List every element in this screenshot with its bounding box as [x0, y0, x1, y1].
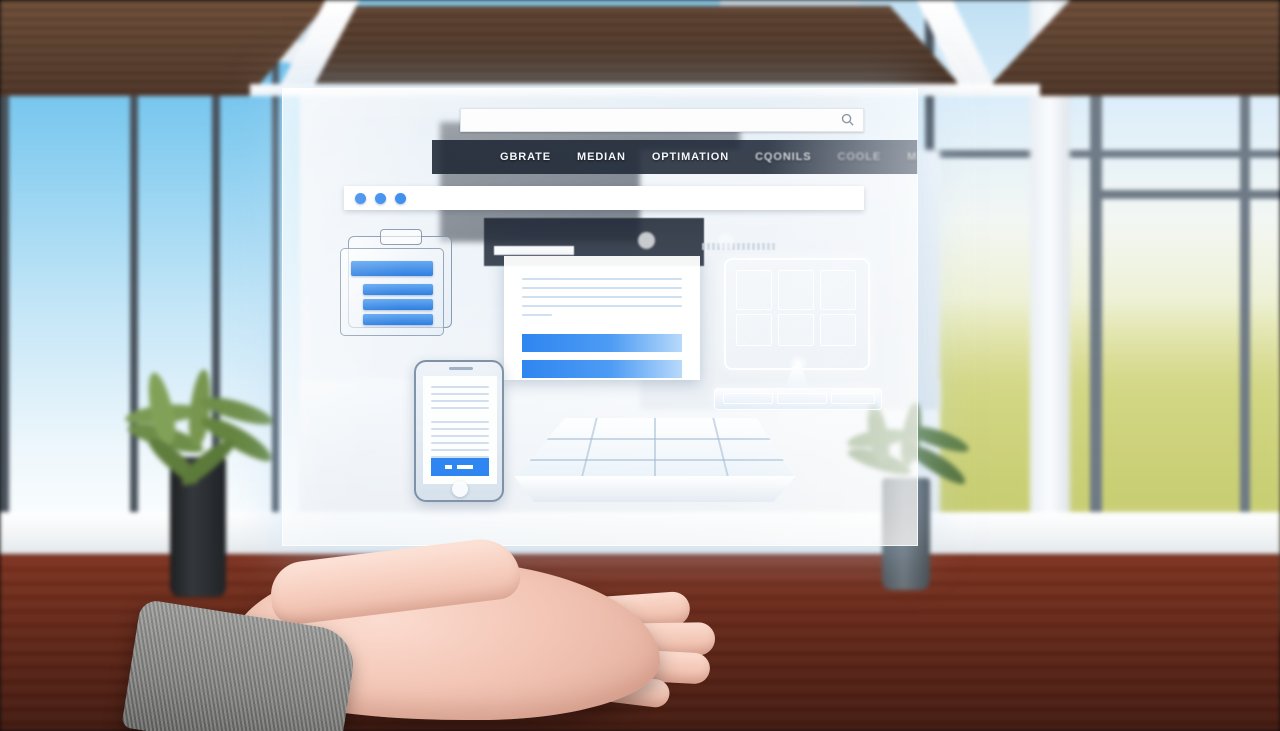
nav-item-4[interactable]: CQONILS	[755, 151, 811, 163]
desktop-monitor-mockup[interactable]	[724, 258, 870, 396]
nav-item-6[interactable]: MIIK	[907, 151, 918, 163]
card-primary-button-1[interactable]	[522, 334, 682, 352]
open-palm	[121, 520, 770, 731]
clipboard-clip	[380, 229, 422, 245]
phone-text-line	[431, 449, 489, 451]
screenshot-canvas: GBRATE MEDIAN OPTIMATION CQONILS COOLE M…	[0, 0, 1280, 731]
clipboard-icon[interactable]	[340, 229, 458, 336]
monitor-grid-cell[interactable]	[820, 314, 856, 346]
keyboard-key-1[interactable]	[723, 393, 773, 404]
grid-line-vertical	[580, 418, 598, 480]
window-transom	[1090, 190, 1280, 199]
clipboard-bar-3	[363, 299, 433, 310]
card-text-line	[522, 278, 682, 280]
phone-speaker	[449, 367, 473, 370]
holographic-panel[interactable]: GBRATE MEDIAN OPTIMATION CQONILS COOLE M…	[282, 88, 918, 546]
monitor-grid-cell[interactable]	[736, 314, 772, 346]
ceiling	[0, 0, 1280, 96]
decor-circle	[638, 232, 655, 249]
clipboard-bar-2	[363, 284, 433, 295]
grid-line-vertical	[712, 418, 730, 480]
nav-item-2[interactable]: MEDIAN	[577, 151, 626, 163]
micro-caption-text	[702, 243, 776, 250]
phone-text-line	[431, 435, 489, 437]
browser-dot-1[interactable]	[355, 192, 366, 204]
window-transom	[925, 150, 1280, 158]
keyboard-key-3[interactable]	[831, 393, 875, 404]
grid-surface[interactable]	[514, 418, 796, 480]
phone-text-line	[431, 386, 489, 388]
card-text-line	[522, 296, 682, 298]
search-bar-row	[460, 108, 864, 132]
phone-primary-button[interactable]	[431, 458, 489, 476]
monitor-grid-cell[interactable]	[778, 270, 814, 310]
phone-text-line	[431, 400, 489, 402]
search-icon	[841, 113, 854, 126]
grid-base	[514, 476, 796, 502]
search-input[interactable]	[460, 108, 864, 132]
perspective-data-grid[interactable]	[514, 418, 796, 508]
ceiling-slats-center	[270, 6, 970, 96]
clipboard-bar-1	[351, 261, 433, 276]
nav-item-5[interactable]: COOLE	[837, 151, 881, 163]
monitor-grid-cell[interactable]	[778, 314, 814, 346]
card-text-line	[522, 314, 552, 316]
phone-text-line	[431, 428, 489, 430]
clipboard-bar-4	[363, 314, 433, 325]
phone-text-line	[431, 442, 489, 444]
keyboard-mockup[interactable]	[714, 388, 882, 410]
card-text-line	[522, 305, 682, 307]
grid-line-horizontal	[518, 459, 792, 461]
phone-screen[interactable]	[423, 376, 497, 484]
decor-circle	[718, 234, 734, 250]
highlight-bar	[494, 246, 574, 255]
phone-home-button[interactable]	[452, 481, 468, 497]
browser-window-bar[interactable]	[344, 186, 864, 210]
nav-item-1[interactable]: GBRATE	[500, 151, 551, 163]
phone-text-line	[431, 421, 489, 423]
smartphone-mockup[interactable]	[414, 360, 504, 502]
primary-navigation[interactable]: GBRATE MEDIAN OPTIMATION CQONILS COOLE M…	[432, 140, 918, 174]
content-card[interactable]	[504, 256, 700, 380]
phone-text-line	[431, 393, 489, 395]
grid-line-horizontal	[524, 438, 786, 440]
monitor-grid-cell[interactable]	[820, 270, 856, 310]
grid-line-vertical	[654, 418, 656, 480]
card-text-line	[522, 287, 682, 289]
phone-text-line	[431, 407, 489, 409]
nav-item-3[interactable]: OPTIMATION	[652, 151, 729, 163]
browser-dot-3[interactable]	[395, 192, 406, 204]
keyboard-key-2[interactable]	[777, 393, 827, 404]
browser-dot-2[interactable]	[375, 192, 386, 204]
clipboard-front-sheet	[340, 248, 444, 336]
monitor-grid-cell[interactable]	[736, 270, 772, 310]
card-primary-button-2[interactable]	[522, 360, 682, 378]
